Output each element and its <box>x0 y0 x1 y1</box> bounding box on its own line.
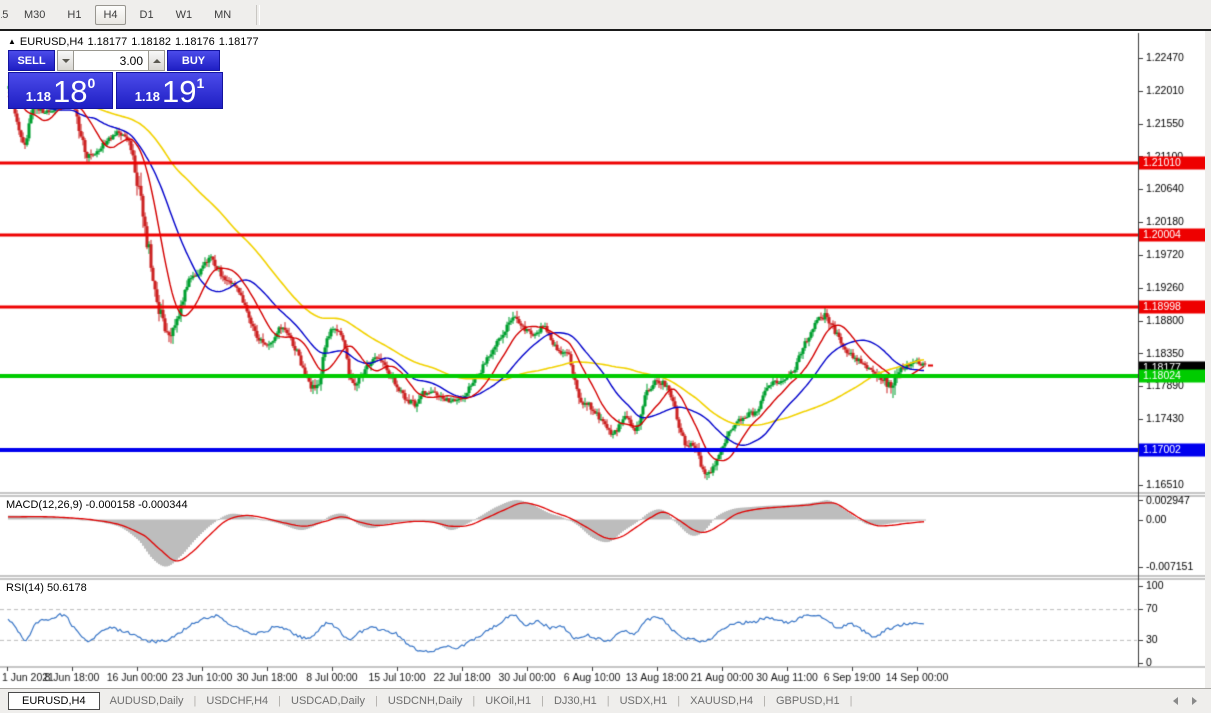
ohlc-open: 1.18177 <box>88 36 128 48</box>
timeframe-buttons: M15 M30 H1 H4 D1 W1MN <box>0 5 242 25</box>
timeframe-button-w1[interactable]: W1 <box>168 5 201 25</box>
macd-indicator-label: MACD(12,26,9) -0.000158 -0.000344 <box>6 499 188 511</box>
toolbar-separator <box>256 5 260 25</box>
scroll-right-icon[interactable] <box>1192 697 1197 705</box>
buy-price-prefix: 1.18 <box>135 89 160 108</box>
macd-values: -0.000158 -0.000344 <box>85 499 187 511</box>
chart-tabs: EURUSD,H4AUDUSD,Daily|USDCHF,H4|USDCAD,D… <box>0 692 852 710</box>
timeframe-button-d1[interactable]: D1 <box>132 5 162 25</box>
timeframe-button-m30[interactable]: M30 <box>16 5 53 25</box>
rsi-name: RSI(14) <box>6 582 44 594</box>
chart-symbol-period: EURUSD,H4 <box>20 36 84 48</box>
chart-tab[interactable]: DJ30,H1 <box>544 692 607 710</box>
chart-tab-bar: EURUSD,H4AUDUSD,Daily|USDCHF,H4|USDCAD,D… <box>0 688 1211 713</box>
chart-tab[interactable]: XAUUSD,H4 <box>680 692 763 710</box>
rsi-indicator-label: RSI(14) 50.6178 <box>6 582 87 594</box>
ohlc-close: 1.18177 <box>219 36 259 48</box>
ohlc-low: 1.18176 <box>175 36 215 48</box>
buy-price-big-digits: 19 <box>162 76 196 108</box>
collapse-triangle-icon[interactable]: ▲ <box>8 37 16 46</box>
volume-decrease-button[interactable] <box>57 50 74 71</box>
buy-price-pipette: 1 <box>197 73 205 91</box>
volume-spinner: 3.00 <box>57 50 165 71</box>
window-right-strip <box>1205 31 1211 688</box>
timeframe-button-h1[interactable]: H1 <box>59 5 89 25</box>
chevron-down-icon <box>62 59 70 63</box>
sell-price-display[interactable]: 1.18 18 0 <box>8 72 113 109</box>
chart-tab[interactable]: USDCAD,Daily <box>281 692 375 710</box>
chart-tab[interactable]: UKOil,H1 <box>475 692 541 710</box>
timeframe-toolbar: M15 M30 H1 H4 D1 W1MN <box>0 0 1211 30</box>
scroll-left-icon[interactable] <box>1173 697 1178 705</box>
chart-tab[interactable]: GBPUSD,H1 <box>766 692 850 710</box>
rsi-value: 50.6178 <box>47 582 87 594</box>
window-top-edge <box>0 29 1211 31</box>
chart-header: ▲EURUSD,H41.181771.181821.181761.18177 <box>8 36 263 48</box>
chart-tab[interactable]: USDX,H1 <box>610 692 678 710</box>
sell-price-big-digits: 18 <box>53 76 87 108</box>
chart-tab[interactable]: AUDUSD,Daily <box>100 692 194 710</box>
buy-price-display[interactable]: 1.18 19 1 <box>116 72 223 109</box>
buy-button[interactable]: BUY <box>167 50 220 71</box>
ohlc-high: 1.18182 <box>131 36 171 48</box>
tab-scroll-arrows <box>1173 697 1197 705</box>
chart-tab[interactable]: USDCHF,H4 <box>196 692 278 710</box>
macd-name: MACD(12,26,9) <box>6 499 82 511</box>
volume-input[interactable]: 3.00 <box>74 50 148 71</box>
one-click-trading-panel: SELL 3.00 BUY 1.18 18 0 1.18 19 1 <box>8 50 223 109</box>
chart-tab[interactable]: USDCNH,Daily <box>378 692 473 710</box>
volume-increase-button[interactable] <box>148 50 165 71</box>
timeframe-button-m15[interactable]: M15 <box>0 5 11 25</box>
chart-tab[interactable]: EURUSD,H4 <box>8 692 100 710</box>
sell-button[interactable]: SELL <box>8 50 55 71</box>
tab-divider: | <box>850 695 853 707</box>
sell-price-prefix: 1.18 <box>26 89 51 108</box>
sell-price-pipette: 0 <box>88 73 96 91</box>
timeframe-button-h4[interactable]: H4 <box>95 5 125 25</box>
timeframe-button-mn[interactable]: MN <box>206 5 239 25</box>
chevron-up-icon <box>153 59 161 63</box>
